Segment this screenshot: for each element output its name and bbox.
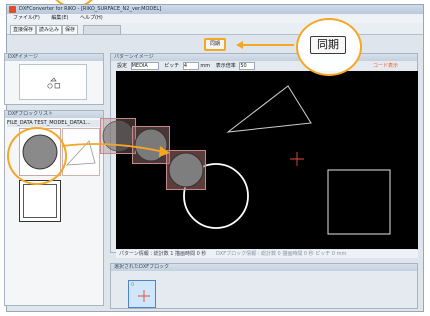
selected-block-badge: 0 [131,282,135,288]
scale-label: 表示倍率 [215,63,236,69]
app-icon [9,6,16,13]
selected-block-panel: 選択されたDXFブロック [110,263,418,309]
settings-select[interactable]: MEDIA [130,62,159,70]
toolbar-field[interactable] [83,25,121,35]
menu-bar: ファイル(F) 編集(E) ヘルプ(H) [7,14,423,23]
direct-save-button[interactable]: 直接保存 [10,25,37,35]
canvas-triangle [226,85,312,133]
pitch-label: ピッチ [164,63,180,69]
dxf-preview-graphic [47,77,60,89]
drag-source-highlight [7,127,67,185]
pitch-unit: mm [200,63,211,69]
origin-cross [290,152,304,166]
callout-arrow-line [240,44,294,46]
status-bar: パターン情報 : 総計数 1 描画時間 0 秒 DXFブロック情報 : 総計数 … [116,250,418,258]
pitch-input[interactable]: 4 [182,62,199,70]
dxf-preview [19,64,87,100]
settings-label: 設定 [117,63,128,69]
dxf-image-panel-title: DXFイメージ [5,54,103,61]
drag-arrow [61,143,170,157]
menu-file[interactable]: ファイル(F) [13,15,40,21]
selected-block-title: 選択されたDXFブロック [111,264,417,271]
pattern-toolbar: 設定 MEDIA ピッチ 4 mm 表示倍率 50 コード表示 [111,62,417,71]
dxf-image-panel: DXFイメージ [4,53,104,105]
callout-arrow-head [236,41,243,49]
block-list-header: FILE_DATA TEST_MODEL_DATA1... [7,120,101,127]
dxf-block-info: DXFブロック情報 : 総計数 0 描画時間 0 秒 ピッチ 0 mm [215,251,347,257]
sync-button[interactable]: 同期 [204,38,226,51]
canvas-square [327,169,391,235]
save-button[interactable]: 保存 [62,25,79,35]
toolbar: 直接保存 読み込み 保存 [7,23,423,35]
sync-callout-button: 同期 [310,36,346,54]
pattern-panel-title: パターンイメージ [111,54,417,61]
square-block-graphic [23,184,57,218]
load-button[interactable]: 読み込み [36,25,63,35]
code-display-link[interactable]: コード表示 [373,62,398,71]
selected-block-thumb[interactable]: 0 [128,280,156,308]
title-bar: DXFConverter for RIKO - [RIKO_SURFACE_N2… [7,5,423,14]
block-thumb-square[interactable] [19,180,61,222]
scale-input[interactable]: 50 [239,62,256,70]
window-title: DXFConverter for RIKO - [RIKO_SURFACE_N2… [19,6,162,12]
menu-edit[interactable]: 編集(E) [51,15,68,21]
pattern-info: パターン情報 : 総計数 1 描画時間 0 秒 [119,251,207,257]
dxf-block-list-title: DXFブロックリスト [5,111,103,118]
menu-help[interactable]: ヘルプ(H) [80,15,103,21]
